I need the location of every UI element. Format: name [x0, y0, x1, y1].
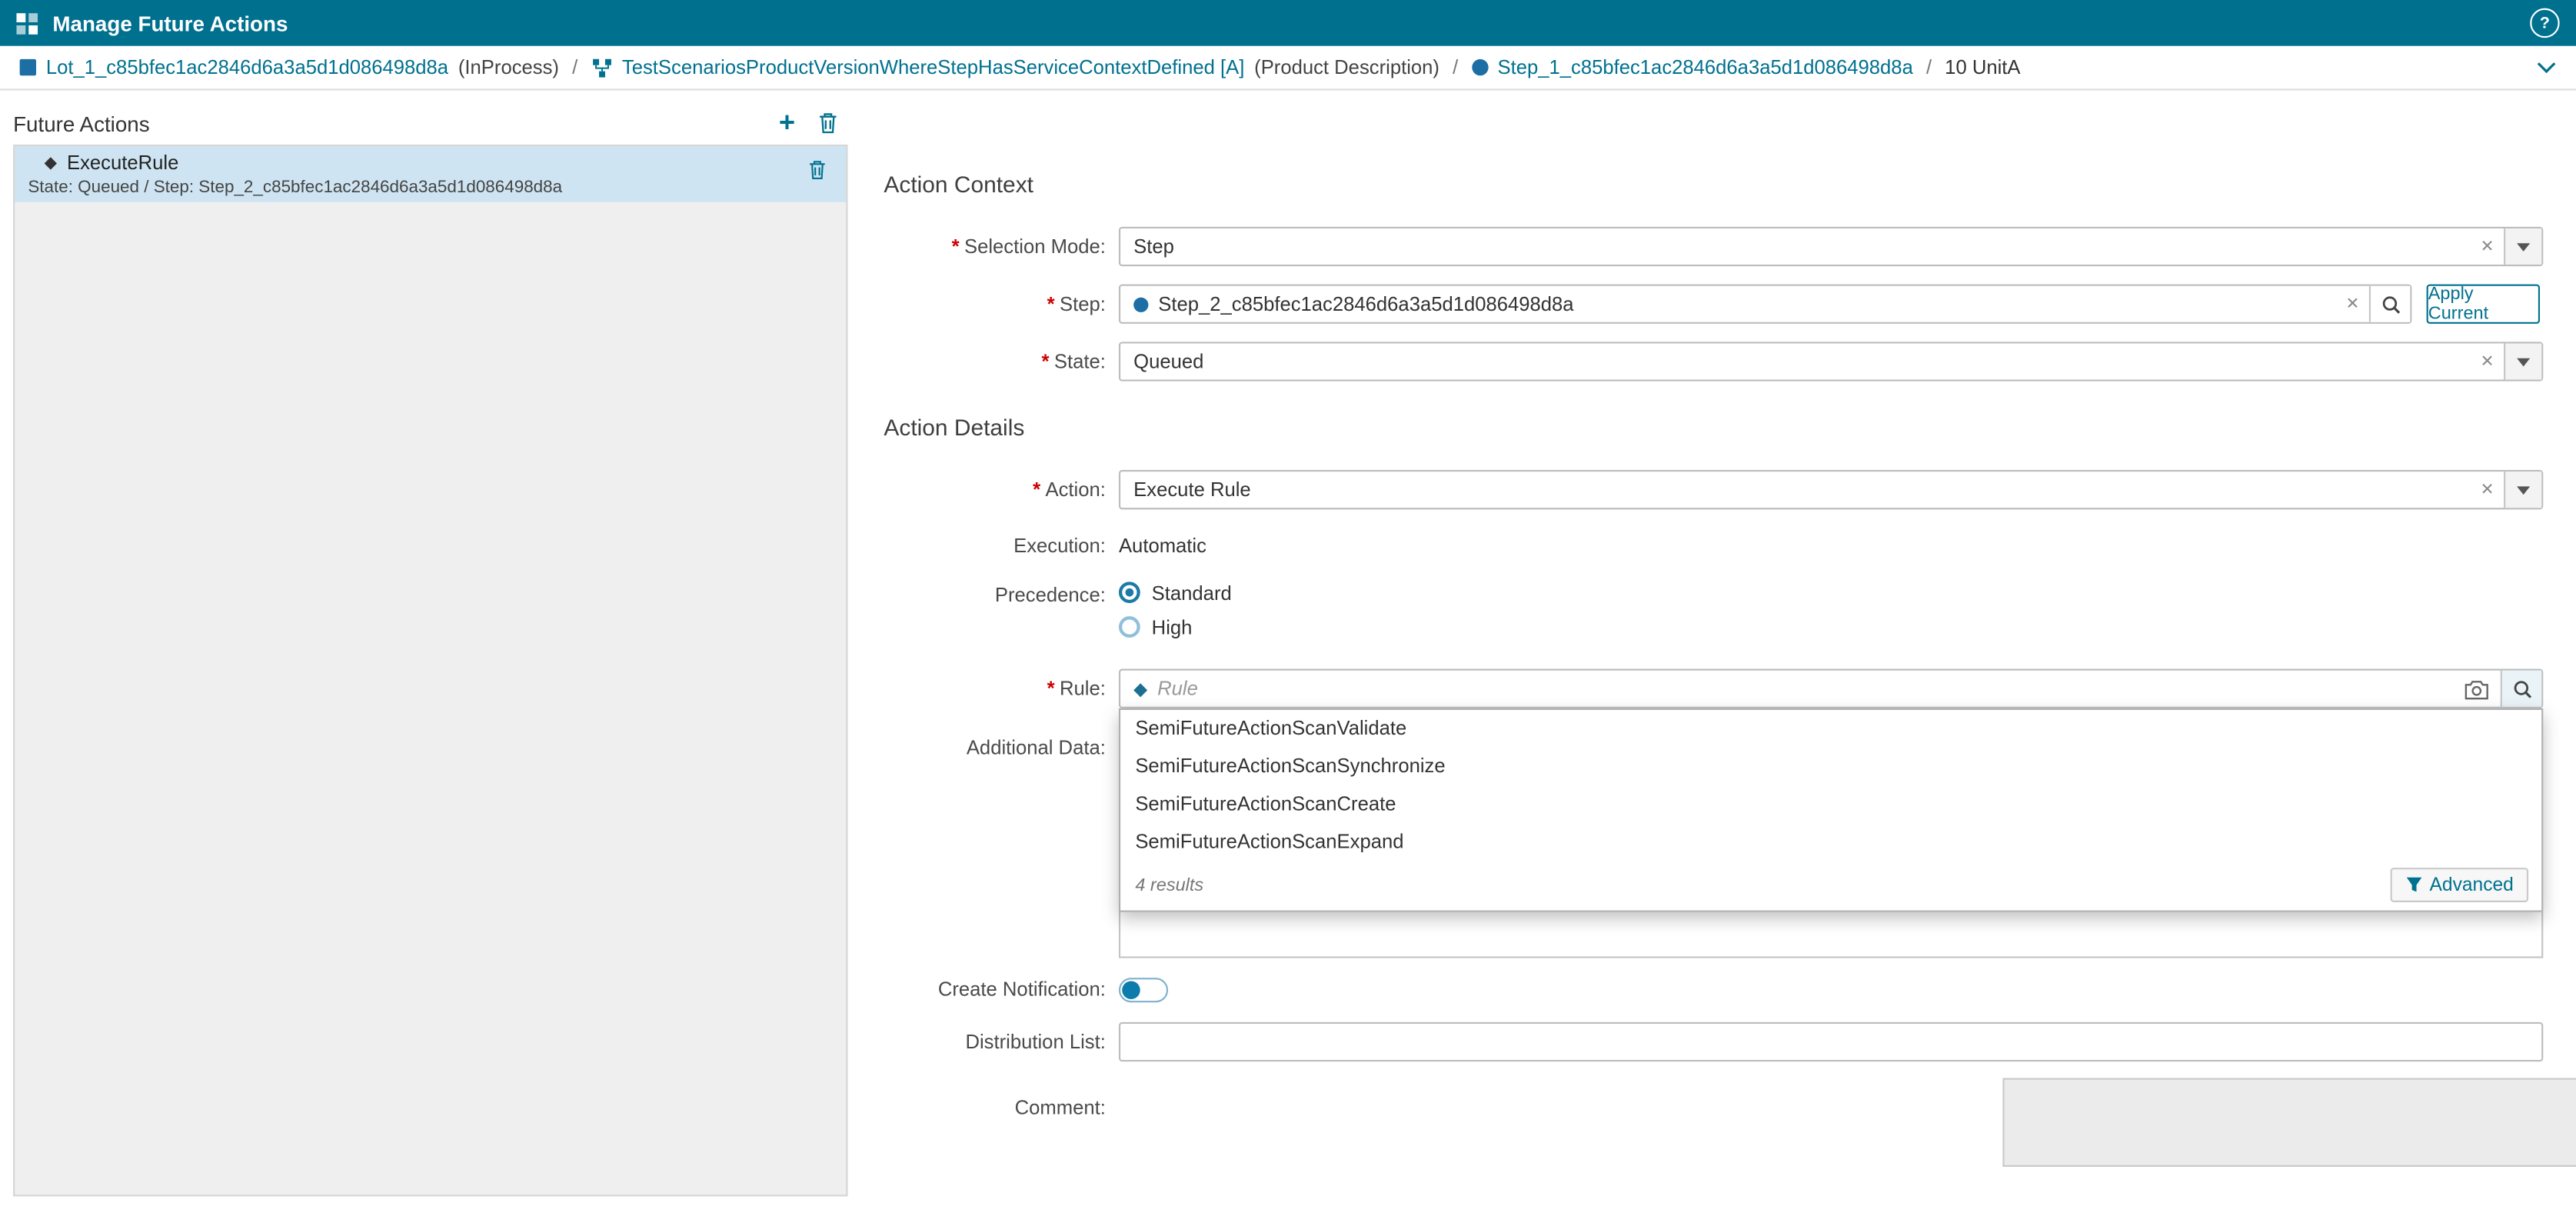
comment-textarea[interactable] — [2002, 1078, 2576, 1167]
distribution-list-label: Distribution List: — [884, 1022, 1105, 1061]
search-icon[interactable] — [2369, 286, 2410, 322]
execution-label: Execution: — [884, 526, 1105, 565]
rule-option[interactable]: SemiFutureActionScanCreate — [1120, 785, 2541, 823]
create-notification-label: Create Notification: — [884, 970, 1105, 1009]
add-action-button[interactable]: + — [779, 112, 795, 135]
delete-item-icon[interactable] — [808, 159, 827, 181]
camera-icon[interactable] — [2465, 678, 2489, 699]
selection-mode-label: *Selection Mode: — [884, 227, 1105, 266]
lot-state-text: (InProcess) — [458, 56, 559, 79]
apply-current-button[interactable]: Apply Current — [2427, 285, 2540, 324]
state-select[interactable]: Queued ✕ — [1119, 342, 2543, 381]
step-input[interactable]: Step_2_c85bfec1ac2846d6a3a5d1d086498d8a … — [1119, 285, 2411, 324]
dropdown-toggle[interactable] — [2504, 228, 2541, 265]
section-action-context: Action Context — [884, 171, 1033, 197]
chevron-down-icon — [2517, 358, 2530, 366]
action-label: *Action: — [884, 470, 1105, 509]
create-notification-toggle[interactable] — [1119, 978, 1168, 1002]
clear-icon[interactable]: ✕ — [2336, 295, 2369, 314]
list-item-title: ExecuteRule — [67, 152, 178, 175]
results-count: 4 results — [1135, 861, 1203, 911]
step-entity-icon — [1133, 297, 1148, 312]
rule-input[interactable]: ◆ Rule — [1119, 669, 2543, 708]
manage-future-actions-window: Manage Future Actions ? Lot_1_c85bfec1ac… — [0, 0, 2576, 1223]
rule-option[interactable]: SemiFutureActionScanValidate — [1120, 710, 2541, 748]
clear-icon[interactable]: ✕ — [2471, 238, 2504, 256]
advanced-button[interactable]: Advanced — [2390, 868, 2528, 902]
toggle-knob — [1122, 981, 1140, 999]
list-item[interactable]: ◆ ExecuteRule State: Queued / Step: Step… — [15, 146, 846, 202]
search-icon[interactable] — [2501, 671, 2541, 707]
radio-selected-icon — [1119, 582, 1140, 603]
breadcrumb-separator: / — [572, 56, 577, 79]
lot-icon — [20, 59, 36, 75]
rule-option[interactable]: SemiFutureActionScanExpand — [1120, 823, 2541, 861]
rule-placeholder: Rule — [1157, 677, 1198, 700]
breadcrumb-lot-link[interactable]: Lot_1_c85bfec1ac2846d6a3a5d1d086498d8a — [46, 56, 448, 79]
precedence-standard-radio[interactable]: Standard — [1119, 575, 1232, 610]
app-icon — [16, 12, 38, 34]
action-select[interactable]: Execute Rule ✕ — [1119, 470, 2543, 509]
delete-actions-button[interactable] — [818, 112, 838, 135]
precedence-high-radio[interactable]: High — [1119, 610, 1232, 645]
filter-icon — [2405, 876, 2424, 895]
panel-title: Future Actions — [13, 111, 150, 135]
precedence-label: Precedence: — [884, 575, 1105, 615]
comment-label: Comment: — [884, 1088, 1105, 1127]
rule-autocomplete-dropdown: SemiFutureActionScanValidate SemiFutureA… — [1119, 708, 2543, 912]
product-icon — [591, 57, 612, 78]
radio-unselected-icon — [1119, 616, 1140, 638]
section-action-details: Action Details — [884, 414, 1024, 440]
rule-label: *Rule: — [884, 669, 1105, 708]
additional-data-label: Additional Data: — [884, 728, 1105, 767]
selection-mode-select[interactable]: Step ✕ — [1119, 227, 2543, 266]
rule-diamond-icon: ◆ — [45, 154, 57, 172]
dropdown-toggle[interactable] — [2504, 344, 2541, 380]
clear-icon[interactable]: ✕ — [2471, 352, 2504, 371]
rule-option[interactable]: SemiFutureActionScanSynchronize — [1120, 748, 2541, 785]
step-label: *Step: — [884, 285, 1105, 324]
distribution-list-input[interactable] — [1119, 1022, 2543, 1061]
page-title: Manage Future Actions — [52, 11, 288, 35]
chevron-down-icon — [2517, 242, 2530, 251]
rule-diamond-icon: ◆ — [1133, 678, 1147, 699]
state-label: *State: — [884, 342, 1105, 381]
action-form: Action Context *Selection Mode: Step ✕ *… — [884, 0, 2543, 1223]
execution-value: Automatic — [1119, 534, 1206, 557]
future-actions-panel-header: Future Actions + — [13, 105, 847, 142]
chevron-down-icon — [2517, 485, 2530, 494]
future-actions-list: ◆ ExecuteRule State: Queued / Step: Step… — [13, 145, 847, 1196]
clear-icon[interactable]: ✕ — [2471, 481, 2504, 499]
dropdown-toggle[interactable] — [2504, 472, 2541, 508]
list-item-subtitle: State: Queued / Step: Step_2_c85bfec1ac2… — [28, 178, 833, 198]
